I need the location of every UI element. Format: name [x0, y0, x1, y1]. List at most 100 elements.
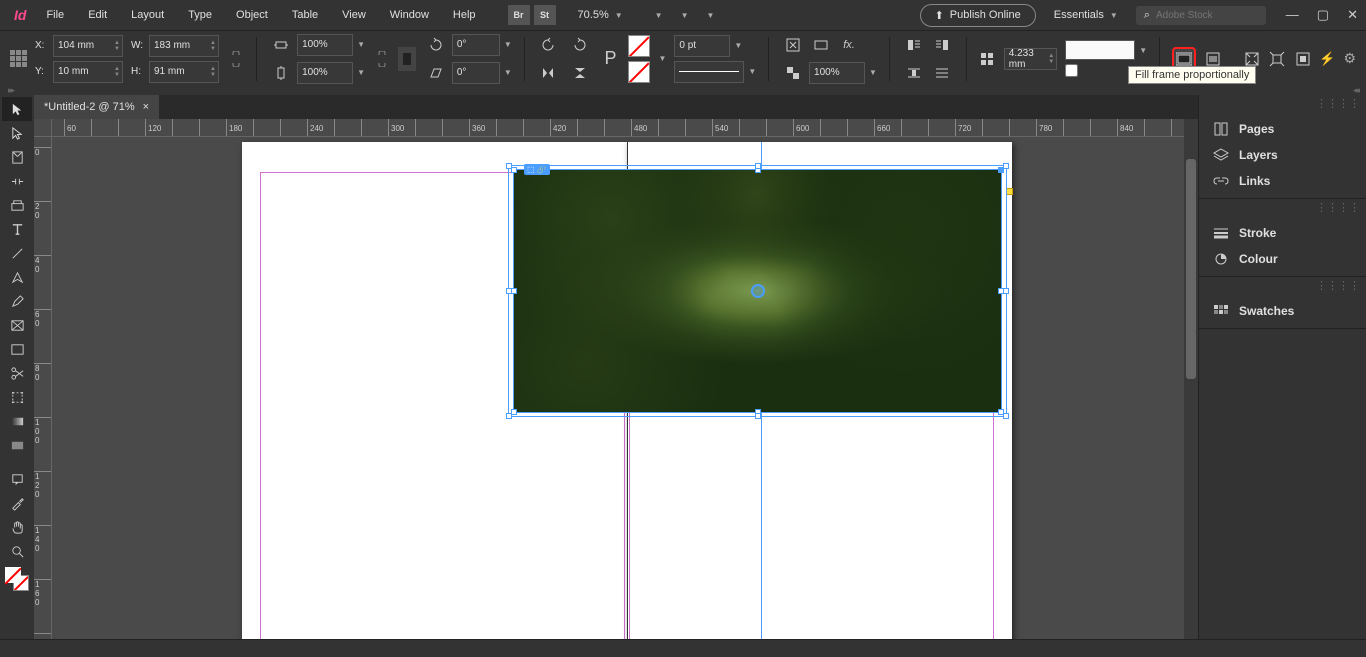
links-panel[interactable]: Links [1199, 168, 1366, 194]
image-frame[interactable]: ⬚🔗 [513, 169, 1002, 413]
gap-tool[interactable] [2, 169, 32, 193]
frame-icon[interactable] [809, 33, 833, 57]
x-input[interactable]: 104 mm▲▼ [53, 35, 123, 57]
note-tool[interactable] [2, 467, 32, 491]
vertical-ruler[interactable]: 020406080100120140160 [34, 137, 52, 639]
center-content-button[interactable] [1294, 47, 1311, 71]
menu-file[interactable]: File [36, 5, 74, 25]
opacity-input[interactable]: 100% [809, 62, 865, 84]
layers-panel[interactable]: Layers [1199, 142, 1366, 168]
wrap-none-icon[interactable] [930, 61, 954, 85]
reference-point-icon[interactable] [10, 50, 27, 67]
eyedropper-tool[interactable] [2, 491, 32, 515]
fill-stroke-tool[interactable] [5, 567, 29, 591]
swatches-panel[interactable]: Swatches [1199, 298, 1366, 324]
stroke-swatch[interactable] [628, 61, 650, 83]
menu-table[interactable]: Table [282, 5, 328, 25]
corner-options-icon[interactable] [978, 47, 995, 71]
pages-panel[interactable]: Pages [1199, 116, 1366, 142]
content-grabber[interactable] [751, 284, 765, 298]
bridge-button[interactable]: Br [508, 5, 530, 25]
horizontal-ruler[interactable]: 6012018024030036042048054060066072078084… [52, 119, 1184, 137]
direct-selection-tool[interactable] [2, 121, 32, 145]
flip-v-icon[interactable] [568, 61, 592, 85]
stock-search-input[interactable] [1156, 10, 1258, 21]
fx-icon[interactable]: fx. [837, 33, 861, 57]
stock-button[interactable]: St [534, 5, 556, 25]
type-tool[interactable] [2, 217, 32, 241]
corner-radius-input[interactable]: 4.233 mm▲▼ [1004, 48, 1057, 70]
fit-frame-to-content-button[interactable] [1268, 47, 1285, 71]
menu-window[interactable]: Window [380, 5, 439, 25]
menu-edit[interactable]: Edit [78, 5, 117, 25]
content-collector-tool[interactable] [2, 193, 32, 217]
close-icon[interactable]: × [143, 101, 149, 113]
expand-bar-top[interactable]: ▸▸◂◂ [0, 86, 1366, 95]
line-tool[interactable] [2, 241, 32, 265]
ruler-origin[interactable] [34, 119, 52, 137]
gradient-feather-tool[interactable] [2, 433, 32, 457]
hand-tool[interactable] [2, 515, 32, 539]
rectangle-frame-tool[interactable] [2, 313, 32, 337]
wrap-both-icon[interactable] [902, 61, 926, 85]
panel-collapse-3[interactable]: ⋮⋮⋮⋮ [1199, 277, 1366, 294]
settings-icon[interactable]: ⚙ [1343, 50, 1356, 67]
workspace-selector[interactable]: Essentials ▼ [1046, 9, 1126, 21]
vertical-scrollbar[interactable] [1184, 119, 1198, 639]
panel-collapse-2[interactable]: ⋮⋮⋮⋮ [1199, 199, 1366, 216]
scrollbar-thumb[interactable] [1186, 159, 1196, 379]
y-input[interactable]: 10 mm▲▼ [53, 61, 123, 83]
stock-search[interactable]: ⌕ [1136, 6, 1266, 25]
menu-help[interactable]: Help [443, 5, 486, 25]
rotate-ccw-icon[interactable] [536, 33, 560, 57]
menu-type[interactable]: Type [178, 5, 222, 25]
pen-tool[interactable] [2, 265, 32, 289]
stroke-style-select[interactable] [674, 61, 744, 83]
pasteboard[interactable]: ⬚🔗 [52, 137, 1184, 639]
swatch-dropdown[interactable]: ▼ [658, 54, 666, 63]
lightning-icon[interactable]: ⚡ [1319, 51, 1335, 67]
wrap-left-icon[interactable] [902, 33, 926, 57]
page-tool[interactable] [2, 145, 32, 169]
stroke-panel[interactable]: Stroke [1199, 220, 1366, 246]
gradient-swatch-tool[interactable] [2, 409, 32, 433]
publish-online-button[interactable]: ⬆ Publish Online [920, 4, 1036, 27]
menu-view[interactable]: View [332, 5, 376, 25]
h-input[interactable]: 91 mm▲▼ [149, 61, 219, 83]
w-input[interactable]: 183 mm▲▼ [149, 35, 219, 57]
clear-transform-icon[interactable] [398, 47, 415, 71]
view-mode-2[interactable]: ▼ [677, 11, 689, 20]
view-mode-3[interactable]: ▼ [703, 11, 715, 20]
colour-panel[interactable]: Colour [1199, 246, 1366, 272]
panel-collapse-1[interactable]: ⋮⋮⋮⋮ [1199, 95, 1366, 112]
rotate-input[interactable]: 0° [452, 34, 500, 56]
wrap-right-icon[interactable] [930, 33, 954, 57]
auto-fit-icon[interactable] [781, 33, 805, 57]
corner-checkbox[interactable] [1065, 64, 1078, 77]
free-transform-tool[interactable] [2, 385, 32, 409]
shear-input[interactable]: 0° [452, 62, 500, 84]
pencil-tool[interactable] [2, 289, 32, 313]
menu-layout[interactable]: Layout [121, 5, 174, 25]
maximize-button[interactable]: ▢ [1317, 7, 1329, 23]
minimize-button[interactable]: — [1286, 7, 1299, 23]
fill-swatch[interactable] [628, 35, 650, 57]
constrain-wh-icon[interactable] [227, 47, 244, 71]
close-button[interactable]: ✕ [1347, 7, 1358, 23]
constrain-scale-icon[interactable] [373, 47, 390, 71]
live-corner-handle[interactable] [1006, 188, 1013, 195]
stroke-weight-input[interactable]: 0 pt [674, 35, 730, 57]
rectangle-tool[interactable] [2, 337, 32, 361]
scissors-tool[interactable] [2, 361, 32, 385]
corner-shape-select[interactable] [1065, 40, 1135, 60]
scale-x-input[interactable]: 100% [297, 34, 353, 56]
view-mode-1[interactable]: ▼ [651, 11, 663, 20]
menu-object[interactable]: Object [226, 5, 278, 25]
rotate-cw-icon[interactable] [568, 33, 592, 57]
zoom-level[interactable]: 70.5% ▼ [578, 9, 623, 21]
selection-tool[interactable] [2, 97, 32, 121]
zoom-tool[interactable] [2, 539, 32, 563]
scale-y-input[interactable]: 100% [297, 62, 353, 84]
document-tab[interactable]: *Untitled-2 @ 71% × [34, 95, 159, 119]
flip-h-icon[interactable] [536, 61, 560, 85]
